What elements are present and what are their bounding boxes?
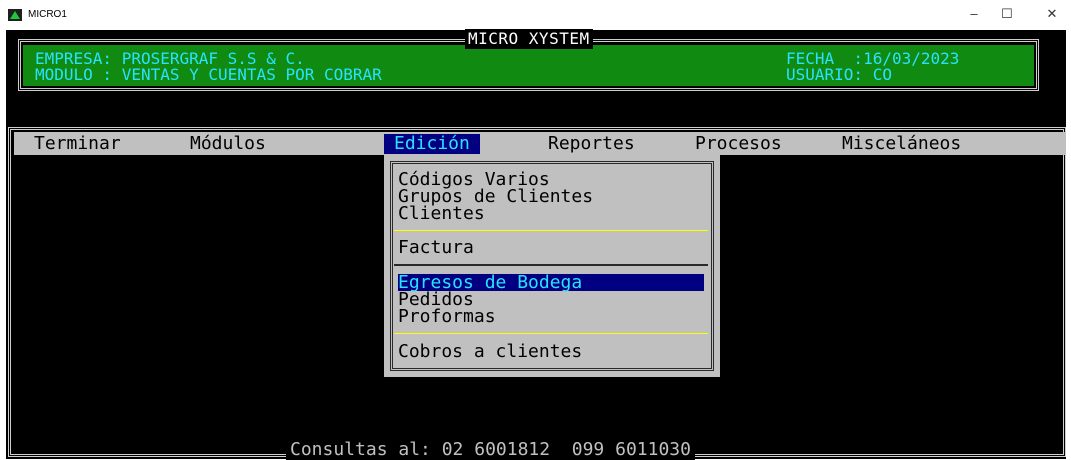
window-title: MICRO1 [28, 9, 67, 20]
menu-miscelaneos[interactable]: Misceláneos [842, 134, 961, 154]
dropdown-item-factura[interactable]: Factura [398, 239, 704, 257]
close-button[interactable]: ✕ [1038, 4, 1066, 24]
separator [394, 264, 708, 266]
header-box: EMPRESA: PROSERGRAF S.S & C. MODULO : VE… [18, 29, 1039, 91]
usuario-label: USUARIO: CO [786, 65, 892, 84]
dropdown-item-clientes[interactable]: Clientes [398, 205, 704, 223]
modulo-label: MODULO : VENTAS Y CUENTAS POR COBRAR [35, 65, 382, 84]
dropdown-item-proformas[interactable]: Proformas [398, 308, 704, 326]
menu-terminar[interactable]: Terminar [34, 134, 121, 154]
separator [394, 333, 708, 334]
menu-procesos[interactable]: Procesos [695, 134, 782, 154]
menu-reportes[interactable]: Reportes [548, 134, 635, 154]
menu-bar: Terminar Módulos Edición Reportes Proces… [14, 132, 1066, 155]
maximize-button[interactable]: ☐ [993, 4, 1021, 24]
system-title: MICRO XYSTEM [465, 29, 593, 49]
dropdown-item-cobros-clientes[interactable]: Cobros a clientes [398, 343, 704, 361]
separator [394, 230, 708, 231]
contact-footer: Consultas al: 02 6001812 099 6011030 [286, 440, 695, 460]
app-icon [8, 9, 22, 21]
header-info-panel: EMPRESA: PROSERGRAF S.S & C. MODULO : VE… [23, 45, 1034, 86]
edicion-dropdown: Códigos Varios Grupos de Clientes Client… [384, 155, 720, 377]
menu-modulos[interactable]: Módulos [190, 134, 266, 154]
minimize-button[interactable]: – [960, 4, 988, 24]
menu-edicion[interactable]: Edición [384, 134, 480, 154]
window-titlebar: MICRO1 – ☐ ✕ [0, 0, 1071, 30]
